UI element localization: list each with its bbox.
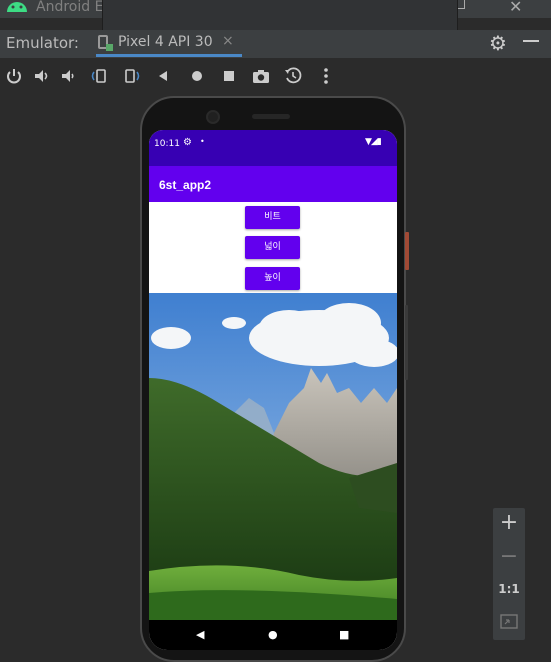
status-notification-dot-icon: • bbox=[200, 137, 205, 146]
status-time: 10:11 bbox=[154, 139, 180, 149]
rotate-left-icon[interactable] bbox=[89, 66, 109, 86]
close-window-button[interactable]: ✕ bbox=[509, 0, 522, 16]
tab-active-indicator bbox=[96, 54, 242, 57]
power-side-button[interactable] bbox=[405, 232, 409, 270]
minimize-panel-button[interactable] bbox=[523, 40, 539, 42]
zoom-controls: + − 1:1 bbox=[493, 508, 525, 640]
actual-size-button[interactable]: 1:1 bbox=[493, 582, 525, 596]
volume-down-icon[interactable] bbox=[59, 66, 79, 86]
emulator-tabbar: Emulator: Pixel 4 API 30 × ⚙ bbox=[0, 30, 551, 58]
home-icon[interactable] bbox=[187, 66, 207, 86]
status-signal-battery-icon: ▼◢▮ bbox=[365, 137, 382, 147]
app-title: 6st_app2 bbox=[159, 178, 212, 192]
earpiece-speaker bbox=[252, 114, 290, 119]
landscape-image bbox=[149, 293, 397, 620]
back-icon[interactable] bbox=[153, 66, 173, 86]
tab-pixel-4-api-30[interactable]: Pixel 4 API 30 × bbox=[96, 33, 242, 57]
nav-overview-icon[interactable]: ■ bbox=[339, 628, 349, 641]
navigation-bar: ◀ ● ■ bbox=[149, 620, 397, 650]
device-screen[interactable]: 10:11 ⚙ • ▼◢▮ 6st_app2 비트 넓이 높이 ◀ ● ■ bbox=[149, 130, 397, 650]
height-button[interactable]: 높이 bbox=[245, 267, 300, 290]
emulator-label: Emulator: bbox=[6, 34, 79, 52]
camera-icon[interactable] bbox=[251, 66, 271, 86]
nav-back-icon[interactable]: ◀ bbox=[196, 628, 204, 641]
emulator-toolbar bbox=[0, 62, 551, 90]
power-icon[interactable] bbox=[4, 66, 24, 86]
beat-button[interactable]: 비트 bbox=[245, 206, 300, 229]
volume-side-button[interactable] bbox=[405, 305, 408, 380]
overview-icon[interactable] bbox=[219, 66, 239, 86]
window-title: Android E bbox=[36, 0, 104, 15]
snapshot-icon[interactable] bbox=[283, 66, 303, 86]
volume-up-icon[interactable] bbox=[32, 66, 52, 86]
fit-screen-icon[interactable] bbox=[493, 612, 525, 636]
nav-home-icon[interactable]: ● bbox=[268, 628, 278, 641]
zoom-in-button[interactable]: + bbox=[493, 510, 525, 535]
rotate-right-icon[interactable] bbox=[122, 66, 142, 86]
android-logo-icon bbox=[7, 2, 27, 12]
status-settings-icon: ⚙ bbox=[183, 137, 192, 148]
status-bar: 10:11 ⚙ • ▼◢▮ bbox=[149, 130, 397, 166]
width-button[interactable]: 넓이 bbox=[245, 236, 300, 259]
tab-label: Pixel 4 API 30 bbox=[118, 34, 213, 50]
device-icon bbox=[98, 35, 113, 51]
settings-gear-icon[interactable]: ⚙ bbox=[489, 31, 507, 55]
more-options-icon[interactable] bbox=[316, 66, 336, 86]
tab-close-icon[interactable]: × bbox=[222, 33, 234, 49]
zoom-out-button[interactable]: − bbox=[493, 544, 525, 569]
app-bar: 6st_app2 bbox=[149, 166, 397, 202]
front-camera-icon bbox=[206, 110, 220, 124]
